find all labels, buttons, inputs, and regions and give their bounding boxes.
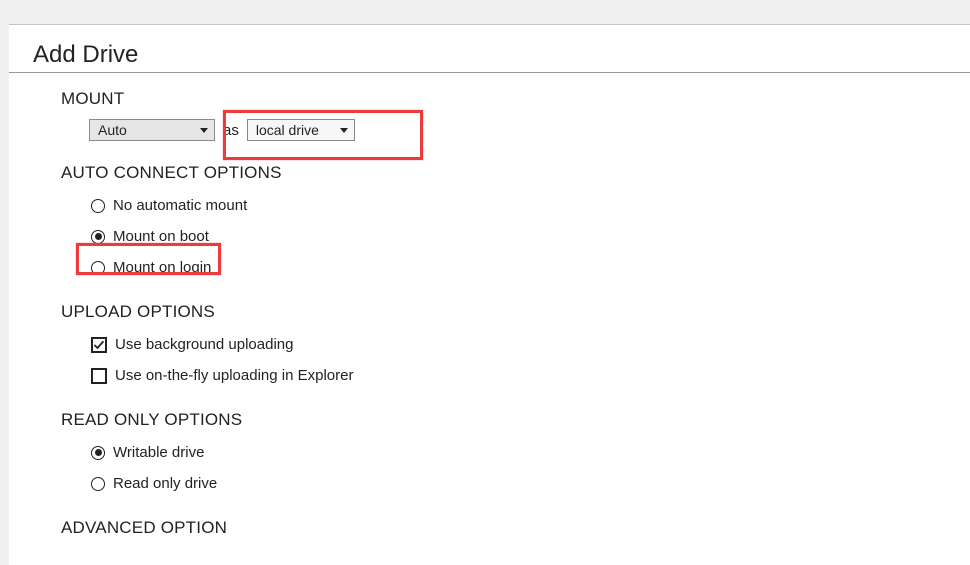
radio-icon xyxy=(91,446,105,460)
section-upload-heading: UPLOAD OPTIONS xyxy=(61,302,946,322)
radio-label: Mount on login xyxy=(113,259,211,276)
checkbox-on-the-fly-uploading[interactable]: Use on-the-fly uploading in Explorer xyxy=(89,363,359,388)
radio-mount-on-boot[interactable]: Mount on boot xyxy=(89,224,215,249)
radio-no-automatic-mount[interactable]: No automatic mount xyxy=(89,193,253,218)
section-mount-heading: MOUNT xyxy=(61,89,946,109)
radio-label: Read only drive xyxy=(113,475,217,492)
radio-icon xyxy=(91,199,105,213)
mount-row: Auto as local drive xyxy=(89,119,946,141)
add-drive-panel: Add Drive MOUNT Auto as local drive AUTO… xyxy=(9,24,970,565)
read-only-options: Writable drive Read only drive xyxy=(89,440,946,496)
radio-label: No automatic mount xyxy=(113,197,247,214)
drive-type-value: local drive xyxy=(256,122,319,138)
checkbox-label: Use background uploading xyxy=(115,336,293,353)
drive-letter-value: Auto xyxy=(98,122,127,138)
checkbox-label: Use on-the-fly uploading in Explorer xyxy=(115,367,353,384)
radio-label: Writable drive xyxy=(113,444,204,461)
radio-icon xyxy=(91,230,105,244)
drive-type-combobox[interactable]: local drive xyxy=(247,119,355,141)
mount-as-word: as xyxy=(223,122,239,139)
section-auto-connect-heading: AUTO CONNECT OPTIONS xyxy=(61,163,946,183)
checkbox-icon xyxy=(91,368,107,384)
radio-read-only-drive[interactable]: Read only drive xyxy=(89,471,223,496)
radio-icon xyxy=(91,477,105,491)
section-read-only-heading: READ ONLY OPTIONS xyxy=(61,410,946,430)
radio-writable-drive[interactable]: Writable drive xyxy=(89,440,210,465)
checkbox-icon xyxy=(91,337,107,353)
page-title: Add Drive xyxy=(33,41,946,69)
auto-connect-options: No automatic mount Mount on boot Mount o… xyxy=(89,193,946,280)
drive-letter-combobox[interactable]: Auto xyxy=(89,119,215,141)
caret-down-icon xyxy=(200,128,208,133)
checkbox-background-uploading[interactable]: Use background uploading xyxy=(89,332,299,357)
content-area: MOUNT Auto as local drive AUTO CONNECT O… xyxy=(33,73,946,538)
section-advanced-heading: ADVANCED OPTION xyxy=(61,518,946,538)
upload-options: Use background uploading Use on-the-fly … xyxy=(89,332,946,388)
radio-icon xyxy=(91,261,105,275)
radio-label: Mount on boot xyxy=(113,228,209,245)
radio-mount-on-login[interactable]: Mount on login xyxy=(89,255,217,280)
caret-down-icon xyxy=(340,128,348,133)
